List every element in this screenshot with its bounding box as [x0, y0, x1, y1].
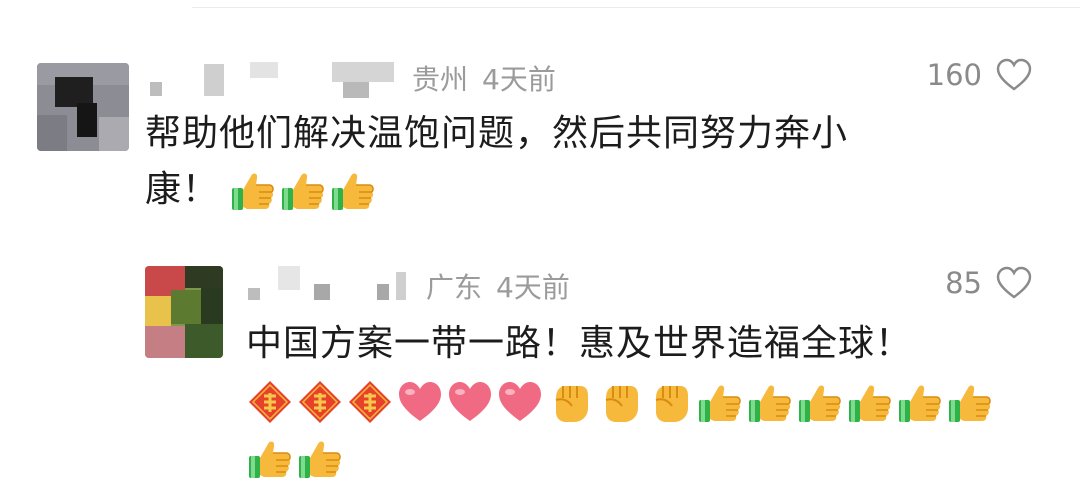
- username-blur: [332, 62, 394, 82]
- location: 贵州: [412, 63, 469, 96]
- heart-outline-icon: [996, 58, 1032, 91]
- comment-meta: 广东 4天前: [426, 266, 584, 306]
- timestamp: 4天前: [482, 63, 556, 96]
- comment-text-line: 帮助他们解决温饱问题，然后共同努力奔小: [145, 113, 849, 154]
- top-divider: [192, 7, 1080, 8]
- comment-text: 中国方案一带一路！惠及世界造福全球！: [246, 316, 912, 372]
- username-blur: [343, 82, 369, 98]
- heart-emoji-icon: [446, 378, 494, 426]
- thumbs-up-icon: [279, 166, 327, 214]
- thumbs-up-icon: [329, 166, 377, 214]
- thumbs-up-icon: [696, 378, 744, 426]
- heart-outline-icon: [996, 266, 1032, 299]
- thumbs-up-icon: [846, 378, 894, 426]
- heart-emoji-icon: [496, 378, 544, 426]
- comment-text: 帮助他们解决温饱问题，然后共同努力奔小 康！: [145, 106, 848, 218]
- thumbs-up-icon: [896, 378, 944, 426]
- thumbs-up-icon: [296, 434, 344, 482]
- thumbs-up-icon: [946, 378, 994, 426]
- raised-fist-icon: [546, 378, 594, 426]
- emoji-row: [246, 378, 996, 426]
- username-blur: [248, 288, 260, 300]
- username-blur: [396, 272, 406, 300]
- thumbs-up-icon: [246, 434, 294, 482]
- avatar[interactable]: [145, 266, 223, 358]
- comment-meta: 贵州 4天前: [412, 58, 570, 98]
- emoji-row: [246, 434, 346, 482]
- comment-text-line: 康！: [145, 169, 220, 210]
- fu-diamond-icon: [296, 378, 344, 426]
- comment-text-line: 中国方案一带一路！惠及世界造福全球！: [246, 323, 913, 364]
- thumbs-up-icon: [229, 166, 277, 214]
- username-blur: [377, 284, 389, 300]
- like-count: 160: [926, 58, 982, 92]
- like-button[interactable]: 85: [945, 266, 1032, 300]
- emoji-row: [229, 166, 379, 214]
- username-blur: [250, 62, 278, 78]
- thumbs-up-icon: [746, 378, 794, 426]
- thumbs-up-icon: [796, 378, 844, 426]
- location: 广东: [426, 271, 483, 304]
- avatar[interactable]: [37, 63, 129, 151]
- username-blur: [204, 64, 224, 96]
- username-blur: [314, 284, 330, 300]
- username-blur: [278, 266, 300, 290]
- username-blur[interactable]: [150, 82, 162, 96]
- like-count: 85: [945, 266, 982, 300]
- heart-emoji-icon: [396, 378, 444, 426]
- like-button[interactable]: 160: [927, 58, 1032, 92]
- fu-diamond-icon: [346, 378, 394, 426]
- fu-diamond-icon: [246, 378, 294, 426]
- raised-fist-icon: [646, 378, 694, 426]
- raised-fist-icon: [596, 378, 644, 426]
- timestamp: 4天前: [496, 271, 570, 304]
